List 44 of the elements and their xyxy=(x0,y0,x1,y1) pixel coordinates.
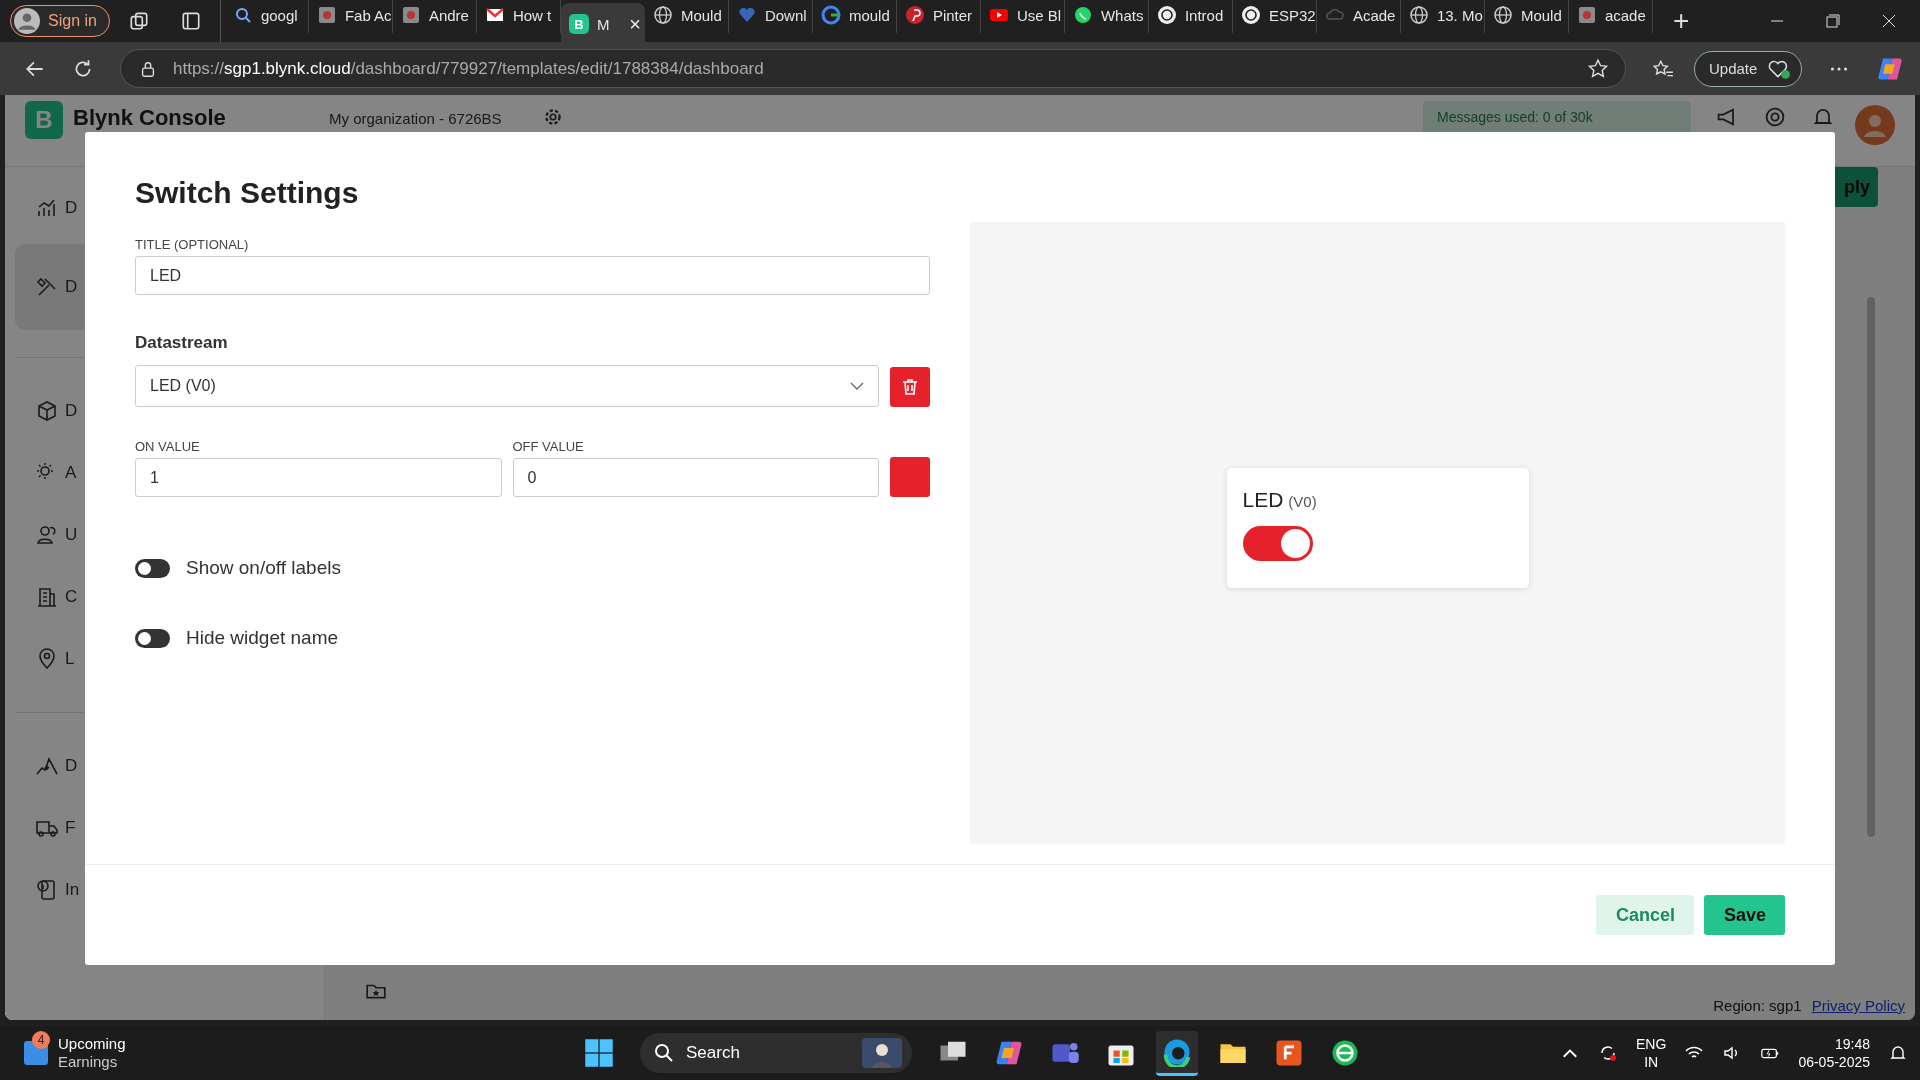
field-label: TITLE (OPTIONAL) xyxy=(135,237,250,252)
sidebar-label: D xyxy=(65,401,78,421)
tab-title: Acade xyxy=(1352,6,1396,24)
tab-title: 13. Mo xyxy=(1436,6,1483,24)
tab-title: Mould xyxy=(680,6,722,24)
tab-title: How t xyxy=(512,6,552,24)
dialog-title: Switch Settings xyxy=(135,176,360,210)
widget-subtitle: Earnings xyxy=(58,1053,119,1071)
toggle-label: Hide widget name xyxy=(186,627,339,649)
sidebar-label: D xyxy=(65,756,78,776)
sidebar-label: L xyxy=(65,649,75,669)
brand-name: Blynk Console xyxy=(73,105,227,131)
tab-title: acade xyxy=(1604,6,1646,24)
notification-badge: 4 xyxy=(32,1031,50,1049)
tab-title: Downl xyxy=(764,6,807,24)
widget-pin: (V0) xyxy=(1288,493,1317,510)
blynk-logo: B xyxy=(25,101,63,139)
tab-title: Mould xyxy=(1520,6,1562,24)
tab-title: Pinter xyxy=(932,6,973,24)
tab-title: mould xyxy=(848,6,890,24)
sidebar-label: In xyxy=(65,880,80,900)
region-label: Region: sgp1 xyxy=(1713,997,1802,1014)
widget-title: Upcoming xyxy=(58,1035,126,1053)
tab-title: Use Bl xyxy=(1016,6,1062,24)
tab-title: googl xyxy=(260,6,298,24)
tab-title: M xyxy=(596,15,610,33)
sidebar-label: F xyxy=(65,818,76,838)
sidebar-label: C xyxy=(65,587,78,607)
widget-name: LED xyxy=(1242,488,1284,512)
sidebar-label: A xyxy=(65,463,77,483)
tab-title: Fab Ac xyxy=(344,6,392,24)
sidebar-label: U xyxy=(65,525,78,545)
blynk-logo-icon: B xyxy=(568,14,589,34)
field-label: Datastream xyxy=(135,333,229,353)
field-label: ON VALUE xyxy=(135,439,201,454)
tab-title: Andre xyxy=(428,6,469,24)
tab-title: Whats xyxy=(1100,6,1144,24)
sidebar-label: D xyxy=(65,277,78,297)
tab-title: ESP32 xyxy=(1268,6,1316,24)
sidebar-label: D xyxy=(65,198,78,218)
tab-title: Introd xyxy=(1184,6,1224,24)
toggle-label: Show on/off labels xyxy=(186,557,341,579)
url-text: https://sgp1.blynk.cloud/dashboard/779927/templates/edit/1788384/dashboard xyxy=(173,58,764,79)
field-label: OFF VALUE xyxy=(512,439,585,454)
